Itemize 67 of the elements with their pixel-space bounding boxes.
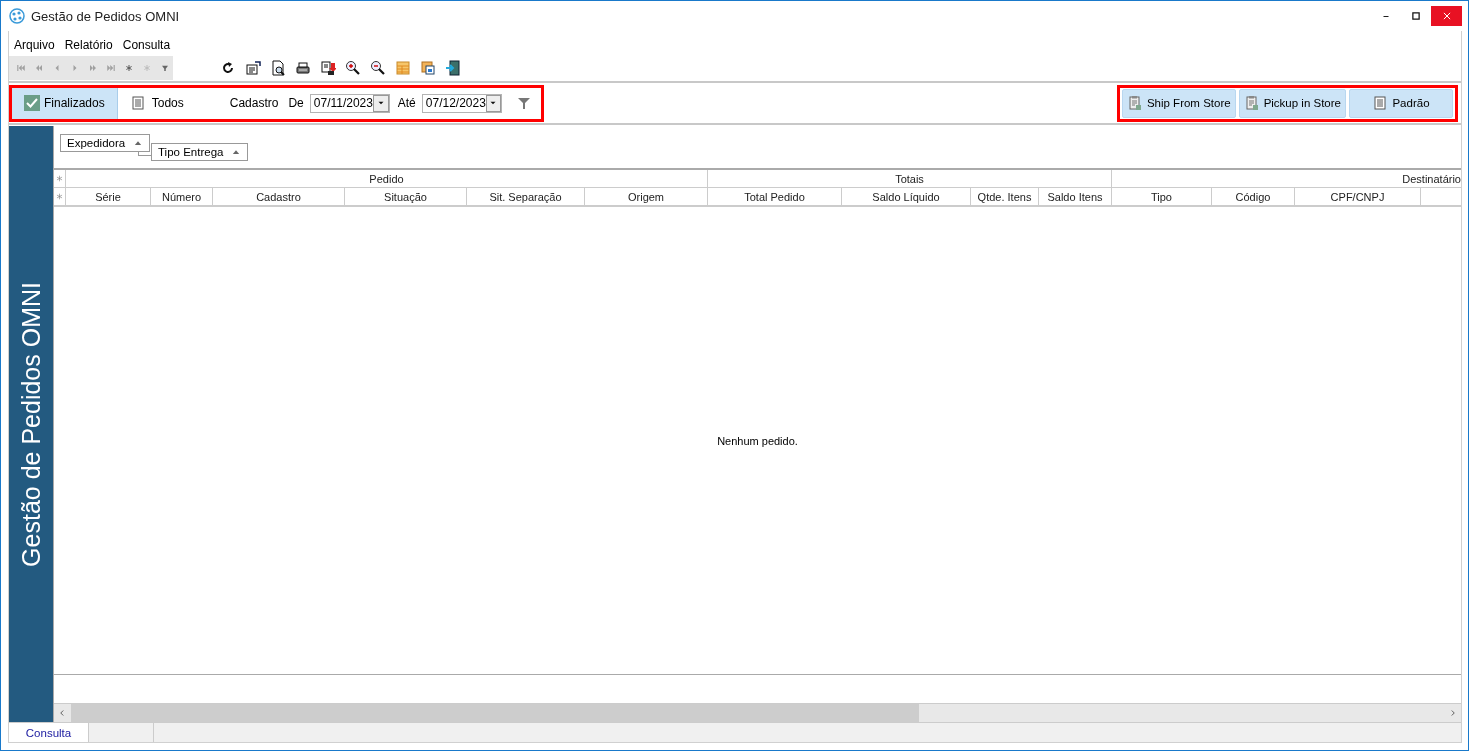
menu-item[interactable]: Relatório	[64, 37, 113, 53]
column-header[interactable]: Número	[151, 188, 213, 206]
toolbar-button[interactable]	[269, 59, 286, 77]
field-label: De	[288, 96, 304, 110]
view-button[interactable]: Pickup in Store	[1238, 88, 1346, 118]
column-header[interactable]: Saldo Itens	[1039, 188, 1112, 206]
column-header[interactable]: Código	[1212, 188, 1295, 206]
column-header[interactable]: Qtde. Itens	[971, 188, 1039, 206]
column-header[interactable]: Situação	[345, 188, 467, 206]
last-icon	[104, 62, 117, 74]
app-logo-icon	[9, 8, 25, 24]
status-tab[interactable]: Consulta	[9, 723, 89, 742]
table-icon	[394, 60, 411, 76]
toolbar-button[interactable]	[369, 59, 386, 77]
column-header[interactable]: Origem	[585, 188, 708, 206]
menu-item[interactable]: Arquivo	[14, 37, 55, 53]
column-header[interactable]: CPF/CNPJ	[1295, 188, 1421, 206]
menu-item[interactable]: Consulta	[122, 37, 171, 53]
column-group-header: Destinatário	[1112, 170, 1461, 188]
toolbar-button[interactable]	[319, 59, 336, 77]
toolbar-button[interactable]	[444, 59, 461, 77]
asterisk-icon	[55, 192, 64, 201]
view-button[interactable]: Padrão	[1349, 88, 1453, 118]
export-icon	[319, 60, 336, 76]
field-label: Até	[397, 96, 416, 110]
toolbar-button[interactable]	[244, 59, 261, 77]
field-label: Cadastro	[229, 96, 279, 110]
empty-message: Nenhum pedido.	[717, 434, 798, 447]
dropdown-button[interactable]	[372, 94, 389, 112]
column-header[interactable]: Sit. Separação	[467, 188, 585, 206]
toolbar-button[interactable]	[344, 59, 361, 77]
column-header[interactable]: Total Pedido	[708, 188, 842, 206]
column-group-header: Totais	[708, 170, 1112, 188]
scrollbar-thumb[interactable]	[71, 704, 919, 722]
group-by-chip[interactable]: Tipo Entrega	[151, 143, 249, 161]
zoom-in-icon	[344, 60, 361, 76]
column-header[interactable]: Cadastro	[213, 188, 345, 206]
date-field[interactable]: 07/12/2023	[421, 93, 502, 113]
toolbar-button[interactable]	[294, 59, 311, 77]
filter-tab[interactable]: Todos	[117, 87, 196, 119]
group-by-chip[interactable]: Expedidora	[60, 134, 151, 152]
maximize-icon	[1411, 11, 1421, 21]
exit-door-icon	[444, 60, 461, 76]
column-header[interactable]: Saldo Líquido	[842, 188, 971, 206]
dropdown-button[interactable]	[485, 94, 501, 112]
checkmark-icon	[24, 95, 40, 111]
clipboard-icon	[1243, 95, 1260, 111]
horizontal-scrollbar[interactable]	[54, 703, 1461, 722]
zoom-out-icon	[369, 60, 386, 76]
filter-tab[interactable]: Finalizados	[12, 87, 118, 119]
column-header[interactable]: Tipo	[1112, 188, 1212, 206]
windows-icon	[419, 60, 436, 76]
clipboard-icon	[1126, 95, 1143, 111]
printer-icon	[294, 60, 311, 76]
preview-icon	[269, 60, 286, 76]
asterisk-icon	[55, 174, 64, 183]
side-panel-title: Gestão de Pedidos OMNI	[16, 281, 46, 567]
view-button[interactable]: Ship From Store	[1121, 88, 1236, 118]
funnel-icon	[516, 95, 533, 111]
window-title: Gestão de Pedidos OMNI	[31, 8, 181, 24]
properties-icon	[244, 60, 261, 76]
close-icon	[1441, 11, 1452, 21]
column-header[interactable]: Série	[66, 188, 151, 206]
forward-icon	[87, 62, 99, 74]
date-field[interactable]: 07/11/2023	[309, 93, 390, 113]
first-icon	[15, 62, 28, 74]
column-group-header: Pedido	[66, 170, 708, 188]
